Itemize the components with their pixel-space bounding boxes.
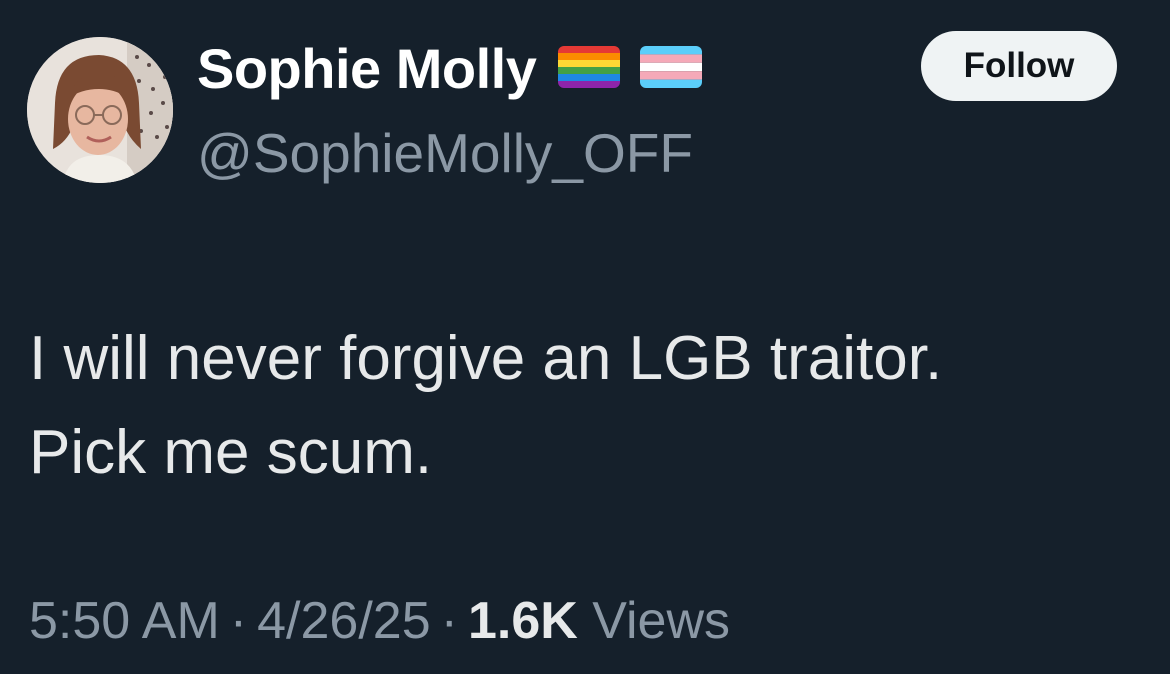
tweet-time[interactable]: 5:50 AM: [29, 592, 220, 650]
tweet-date[interactable]: 4/26/25: [257, 592, 431, 650]
author-name-row: Sophie Molly: [197, 34, 703, 104]
author-handle[interactable]: @SophieMolly_OFF: [197, 118, 693, 188]
tweet-text-line: I will never forgive an LGB traitor.: [29, 324, 943, 393]
avatar-photo: [27, 37, 173, 183]
transgender-flag-icon: [640, 45, 703, 93]
meta-separator: ·: [229, 592, 248, 650]
follow-button[interactable]: Follow: [921, 31, 1117, 101]
avatar[interactable]: [27, 37, 173, 183]
tweet-meta: 5:50 AM · 4/26/25 · 1.6K Views: [29, 583, 730, 659]
display-name[interactable]: Sophie Molly: [197, 34, 537, 104]
tweet-text-line: Pick me scum.: [29, 418, 433, 487]
views-label: Views: [592, 592, 731, 650]
meta-separator: ·: [440, 592, 458, 650]
views-count: 1.6K: [467, 592, 578, 650]
tweet-text: I will never forgive an LGB traitor. Pic…: [29, 312, 1139, 500]
rainbow-flag-icon: [558, 45, 621, 93]
